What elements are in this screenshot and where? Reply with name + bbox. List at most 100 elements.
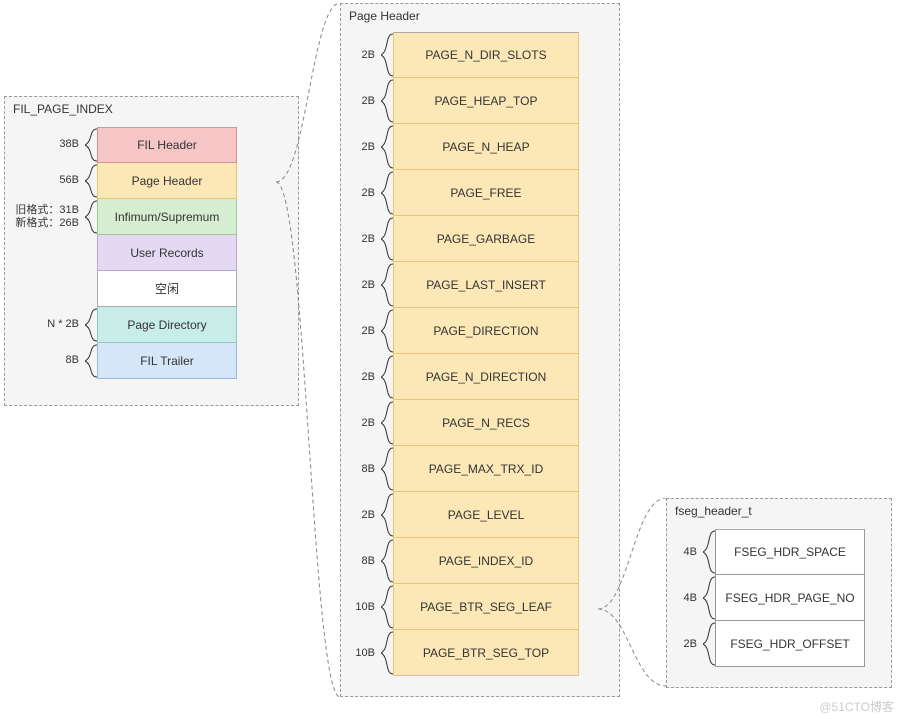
size-label: 旧格式：31B 新格式：26B	[15, 204, 85, 230]
size-label: 2B	[351, 187, 381, 199]
brace-icon	[381, 400, 393, 446]
brace-icon	[381, 630, 393, 676]
fil-page-index-group: FIL_PAGE_INDEX 38B FIL Header56B Page He…	[4, 96, 299, 406]
size-label: 2B	[351, 509, 381, 521]
fil-cell: Page Header	[97, 163, 237, 199]
page-header-row: 8B PAGE_MAX_TRX_ID	[351, 446, 579, 492]
brace-icon	[703, 529, 715, 575]
page-header-row: 2B PAGE_GARBAGE	[351, 216, 579, 262]
watermark: @51CTO博客	[819, 698, 894, 715]
size-label: 10B	[351, 601, 381, 613]
page-header-row: 2B PAGE_DIRECTION	[351, 308, 579, 354]
page-header-field: PAGE_FREE	[393, 170, 579, 216]
size-label: 2B	[677, 638, 703, 650]
brace-icon	[381, 124, 393, 170]
brace-icon	[381, 216, 393, 262]
size-label: 2B	[351, 95, 381, 107]
brace-icon	[703, 621, 715, 667]
fil-cell: FIL Trailer	[97, 343, 237, 379]
fseg-header-group: fseg_header_t 4B FSEG_HDR_SPACE4B FSEG_H…	[666, 498, 892, 688]
size-label: 2B	[351, 371, 381, 383]
page-header-field: PAGE_N_HEAP	[393, 124, 579, 170]
fil-cell: 空闲	[97, 271, 237, 307]
brace-icon	[381, 492, 393, 538]
page-header-field: PAGE_BTR_SEG_TOP	[393, 630, 579, 676]
connector-fseg-header	[598, 498, 668, 688]
page-header-field: PAGE_DIRECTION	[393, 308, 579, 354]
brace-icon	[85, 163, 97, 199]
page-header-title: Page Header	[349, 9, 420, 23]
page-header-stack: 2B PAGE_N_DIR_SLOTS2B PAGE_HEAP_TOP2B PA…	[351, 32, 579, 676]
fseg-row: 4B FSEG_HDR_PAGE_NO	[677, 575, 865, 621]
brace-icon	[381, 170, 393, 216]
brace-icon	[85, 235, 97, 271]
size-label: 8B	[351, 555, 381, 567]
page-header-field: PAGE_BTR_SEG_LEAF	[393, 584, 579, 630]
size-label: 2B	[351, 49, 381, 61]
size-label: 8B	[15, 354, 85, 367]
brace-icon	[381, 32, 393, 78]
fseg-row: 2B FSEG_HDR_OFFSET	[677, 621, 865, 667]
size-label: 2B	[351, 279, 381, 291]
fil-row: 38B FIL Header	[15, 127, 237, 163]
brace-icon	[85, 307, 97, 343]
brace-icon	[381, 78, 393, 124]
page-header-row: 2B PAGE_FREE	[351, 170, 579, 216]
page-header-row: 10B PAGE_BTR_SEG_LEAF	[351, 584, 579, 630]
fil-row: 8B FIL Trailer	[15, 343, 237, 379]
size-label: 56B	[15, 174, 85, 187]
fil-cell: Infimum/Supremum	[97, 199, 237, 235]
brace-icon	[381, 584, 393, 630]
brace-icon	[381, 262, 393, 308]
fil-page-index-stack: 38B FIL Header56B Page Header旧格式：31B 新格式…	[15, 127, 237, 379]
fil-cell: Page Directory	[97, 307, 237, 343]
size-label: N * 2B	[15, 318, 85, 331]
size-label: 38B	[15, 138, 85, 151]
page-header-field: PAGE_N_DIRECTION	[393, 354, 579, 400]
page-header-group: Page Header 2B PAGE_N_DIR_SLOTS2B PAGE_H…	[340, 3, 620, 697]
brace-icon	[85, 199, 97, 235]
size-label: 8B	[351, 463, 381, 475]
brace-icon	[381, 354, 393, 400]
brace-icon	[85, 127, 97, 163]
fil-cell: User Records	[97, 235, 237, 271]
page-header-field: PAGE_MAX_TRX_ID	[393, 446, 579, 492]
fil-cell: FIL Header	[97, 127, 237, 163]
brace-icon	[85, 271, 97, 307]
fseg-field: FSEG_HDR_OFFSET	[715, 621, 865, 667]
connector-page-header	[276, 3, 342, 700]
page-header-field: PAGE_GARBAGE	[393, 216, 579, 262]
size-label: 2B	[351, 325, 381, 337]
size-label: 4B	[677, 592, 703, 604]
size-label: 2B	[351, 141, 381, 153]
page-header-row: 2B PAGE_N_RECS	[351, 400, 579, 446]
page-header-row: 10B PAGE_BTR_SEG_TOP	[351, 630, 579, 676]
page-header-field: PAGE_N_DIR_SLOTS	[393, 32, 579, 78]
page-header-row: 2B PAGE_LEVEL	[351, 492, 579, 538]
brace-icon	[703, 575, 715, 621]
page-header-field: PAGE_LEVEL	[393, 492, 579, 538]
fseg-row: 4B FSEG_HDR_SPACE	[677, 529, 865, 575]
size-label: 2B	[351, 417, 381, 429]
fseg-field: FSEG_HDR_SPACE	[715, 529, 865, 575]
fil-row: 旧格式：31B 新格式：26B Infimum/Supremum	[15, 199, 237, 235]
page-header-row: 2B PAGE_HEAP_TOP	[351, 78, 579, 124]
fil-row: N * 2B Page Directory	[15, 307, 237, 343]
page-header-field: PAGE_LAST_INSERT	[393, 262, 579, 308]
brace-icon	[381, 538, 393, 584]
fil-row: 56B Page Header	[15, 163, 237, 199]
size-label: 4B	[677, 546, 703, 558]
fseg-header-stack: 4B FSEG_HDR_SPACE4B FSEG_HDR_PAGE_NO2B F…	[677, 529, 865, 667]
brace-icon	[381, 308, 393, 354]
fseg-header-title: fseg_header_t	[675, 504, 752, 518]
size-label: 2B	[351, 233, 381, 245]
fil-page-index-title: FIL_PAGE_INDEX	[13, 102, 113, 116]
page-header-row: 2B PAGE_N_DIR_SLOTS	[351, 32, 579, 78]
page-header-row: 8B PAGE_INDEX_ID	[351, 538, 579, 584]
page-header-field: PAGE_N_RECS	[393, 400, 579, 446]
page-header-row: 2B PAGE_LAST_INSERT	[351, 262, 579, 308]
fil-row: User Records	[15, 235, 237, 271]
page-header-field: PAGE_HEAP_TOP	[393, 78, 579, 124]
page-header-row: 2B PAGE_N_HEAP	[351, 124, 579, 170]
page-header-row: 2B PAGE_N_DIRECTION	[351, 354, 579, 400]
